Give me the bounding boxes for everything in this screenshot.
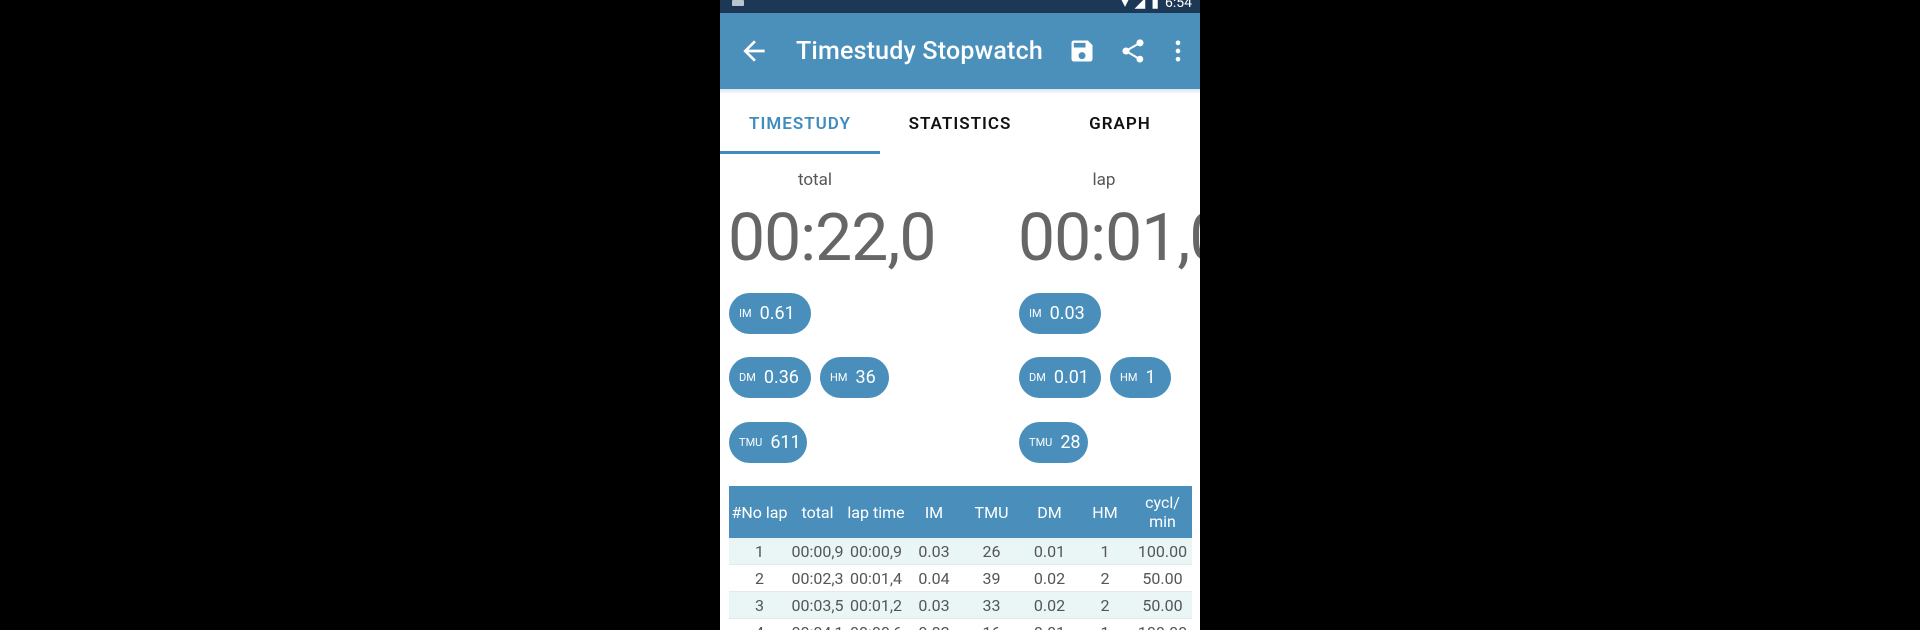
- cell: 1: [1077, 618, 1133, 630]
- cell: 0.04: [907, 564, 961, 592]
- cell: 0.03: [907, 538, 961, 565]
- table-row[interactable]: 4 00:04,1 00:00,6 0.02 16 0.01 1 100.00: [729, 618, 1192, 630]
- signal-icon: ◢: [1134, 0, 1146, 11]
- tab-graph[interactable]: GRAPH: [1040, 94, 1200, 154]
- header-lap-time: lap time: [845, 486, 907, 538]
- lap-dm-chip: DM 0.01: [1019, 357, 1101, 398]
- total-dm-chip: DM 0.36: [729, 357, 811, 398]
- cell: 50.00: [1133, 591, 1192, 619]
- chip-value: 28: [1060, 432, 1081, 453]
- total-im-chip: IM 0.61: [729, 293, 811, 334]
- lap-tmu-chip: TMU 28: [1019, 422, 1088, 463]
- back-arrow-icon[interactable]: [738, 35, 770, 67]
- header-tmu: TMU: [961, 486, 1022, 538]
- header-hm: HM: [1077, 486, 1133, 538]
- battery-icon: ▮: [1151, 0, 1159, 11]
- chip-value: 611: [770, 432, 801, 453]
- lap-label: lap: [1092, 170, 1116, 190]
- lap-hm-chip: HM 1: [1110, 357, 1171, 398]
- chip-value: 0.03: [1049, 303, 1085, 324]
- cell: 00:00,9: [790, 538, 845, 565]
- chip-value: 0.36: [763, 367, 799, 388]
- cell: 00:00,9: [845, 538, 907, 565]
- cell: 100.00: [1133, 538, 1192, 565]
- chip-key: TMU: [739, 436, 763, 449]
- cell: 1: [1077, 538, 1133, 565]
- tab-timestudy[interactable]: TIMESTUDY: [720, 94, 880, 154]
- chip-key: IM: [739, 307, 752, 320]
- total-tmu-chip: TMU 611: [729, 422, 807, 463]
- more-vert-icon[interactable]: [1164, 37, 1192, 65]
- header-im: IM: [907, 486, 961, 538]
- chip-value: 1: [1145, 367, 1156, 388]
- tab-indicator: [720, 151, 880, 154]
- chip-value: 0.61: [759, 303, 795, 324]
- cell: 3: [729, 591, 790, 619]
- cell: 0.02: [907, 618, 961, 630]
- cell: 0.01: [1022, 538, 1077, 565]
- cell: 00:01,4: [845, 564, 907, 592]
- chip-key: HM: [830, 371, 848, 384]
- share-icon[interactable]: [1119, 37, 1147, 65]
- header-dm: DM: [1022, 486, 1077, 538]
- total-label: total: [797, 170, 833, 190]
- chip-value: 0.01: [1053, 367, 1089, 388]
- chip-key: IM: [1029, 307, 1042, 320]
- cell: 2: [729, 564, 790, 592]
- cell: 50.00: [1133, 564, 1192, 592]
- cell: 1: [729, 538, 790, 565]
- cell: 00:00,6: [845, 618, 907, 630]
- cell: 100.00: [1133, 618, 1192, 630]
- chip-value: 36: [855, 367, 876, 388]
- tab-statistics[interactable]: STATISTICS: [880, 94, 1040, 154]
- header-total: total: [790, 486, 845, 538]
- cell: 0.02: [1022, 564, 1077, 592]
- cell: 16: [961, 618, 1022, 630]
- lap-time: 00:01,0: [1018, 200, 1200, 277]
- page-title: Timestudy Stopwatch: [796, 37, 1043, 66]
- laps-table: #No lap total lap time IM TMU DM HM cycl…: [729, 486, 1192, 630]
- chip-key: TMU: [1029, 436, 1053, 449]
- cell: 00:03,5: [790, 591, 845, 619]
- cell: 2: [1077, 564, 1133, 592]
- cell: 4: [729, 618, 790, 630]
- table-row[interactable]: 2 00:02,3 00:01,4 0.04 39 0.02 2 50.00: [729, 564, 1192, 592]
- table-row[interactable]: 3 00:03,5 00:01,2 0.03 33 0.02 2 50.00: [729, 591, 1192, 619]
- table-header-row: #No lap total lap time IM TMU DM HM cycl…: [729, 486, 1192, 538]
- status-time: 6:54: [1165, 0, 1192, 11]
- tab-bar: TIMESTUDY STATISTICS GRAPH: [720, 94, 1200, 154]
- table-row[interactable]: 1 00:00,9 00:00,9 0.03 26 0.01 1 100.00: [729, 538, 1192, 565]
- chip-key: HM: [1120, 371, 1138, 384]
- cell: 00:02,3: [790, 564, 845, 592]
- cell: 00:01,2: [845, 591, 907, 619]
- cell: 0.03: [907, 591, 961, 619]
- app-bar: Timestudy Stopwatch: [720, 13, 1200, 89]
- total-hm-chip: HM 36: [820, 357, 889, 398]
- total-time: 00:22,0: [728, 200, 936, 277]
- cell: 33: [961, 591, 1022, 619]
- cell: 0.01: [1022, 618, 1077, 630]
- cell: 0.02: [1022, 591, 1077, 619]
- cell: 00:04,1: [790, 618, 845, 630]
- status-bar: ▾ ◢ ▮ 6:54: [720, 0, 1200, 13]
- chip-key: DM: [739, 371, 756, 384]
- lap-im-chip: IM 0.03: [1019, 293, 1101, 334]
- header-no-lap: #No lap: [729, 486, 790, 538]
- header-cycl-min: cycl/ min: [1133, 486, 1192, 538]
- save-icon[interactable]: [1068, 37, 1096, 65]
- chip-key: DM: [1029, 371, 1046, 384]
- wifi-icon: ▾: [1121, 0, 1129, 11]
- cell: 26: [961, 538, 1022, 565]
- phone-screen: ▾ ◢ ▮ 6:54 Timestudy Stopwatch TIMESTUDY…: [720, 0, 1200, 630]
- cell: 2: [1077, 591, 1133, 619]
- notification-icon: [732, 0, 744, 6]
- cell: 39: [961, 564, 1022, 592]
